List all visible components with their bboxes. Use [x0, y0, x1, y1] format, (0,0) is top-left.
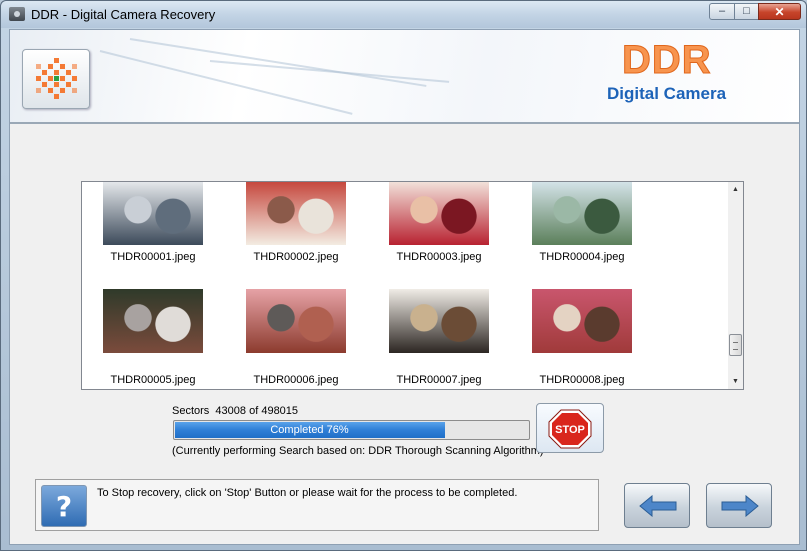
sectors-label: Sectors [172, 405, 210, 417]
scroll-up-arrow-icon[interactable]: ▲ [728, 182, 743, 197]
sectors-current: 43008 [215, 405, 247, 417]
close-button[interactable]: ✕ [758, 3, 801, 20]
progress-label: Completed 76% [270, 424, 349, 436]
photo-filename[interactable]: THDR00005.jpeg [83, 374, 223, 386]
scrollbar-thumb[interactable] [729, 334, 742, 356]
banner-streak [129, 38, 427, 87]
photo-filename[interactable]: THDR00008.jpeg [512, 374, 652, 386]
recovered-files-gallery[interactable]: THDR00001.jpeg THDR00002.jpeg THDR00003.jp… [81, 181, 744, 390]
progress-bar: Completed 76% [173, 420, 530, 440]
photo-thumbnail[interactable] [103, 182, 203, 245]
photo-filename[interactable]: THDR00001.jpeg [83, 251, 223, 263]
maximize-button[interactable]: □ [734, 3, 759, 20]
next-button[interactable] [706, 483, 772, 528]
help-panel: ? To Stop recovery, click on 'Stop' Butt… [35, 479, 599, 531]
arrow-left-icon [639, 495, 677, 517]
algorithm-status: (Currently performing Search based on: D… [172, 445, 544, 457]
app-window: DDR - Digital Camera Recovery – □ ✕ DDR … [0, 0, 807, 551]
app-logo [22, 49, 90, 109]
photo-filename[interactable]: THDR00002.jpeg [226, 251, 366, 263]
photo-thumbnail[interactable] [532, 182, 632, 245]
minimize-button[interactable]: – [709, 3, 735, 20]
photo-filename[interactable]: THDR00006.jpeg [226, 374, 366, 386]
help-button[interactable]: ? [41, 485, 87, 527]
photo-thumbnail[interactable] [389, 289, 489, 353]
vertical-scrollbar[interactable]: ▲ ▼ [728, 182, 743, 389]
photo-thumbnail[interactable] [532, 289, 632, 353]
stop-sign-icon: STOP [548, 409, 592, 449]
main-panel: DDR Digital Camera THDR00001.jpeg THDR000… [9, 29, 800, 545]
photo-filename[interactable]: THDR00004.jpeg [512, 251, 652, 263]
back-button[interactable] [624, 483, 690, 528]
header-banner: DDR Digital Camera [10, 30, 799, 124]
help-text: To Stop recovery, click on 'Stop' Button… [97, 487, 518, 499]
sectors-status: Sectors 43008 of 498015 [172, 405, 298, 417]
sectors-total: 498015 [261, 405, 299, 417]
stop-button[interactable]: STOP [536, 403, 604, 453]
title-bar[interactable]: DDR - Digital Camera Recovery – □ ✕ [1, 1, 806, 28]
sectors-of: of [249, 405, 259, 417]
photo-filename[interactable]: THDR00007.jpeg [369, 374, 509, 386]
brand-logo-text: DDR [622, 38, 712, 83]
photo-filename[interactable]: THDR00003.jpeg [369, 251, 509, 263]
banner-streak [209, 60, 450, 83]
photo-thumbnail[interactable] [103, 289, 203, 353]
checker-star-icon [36, 58, 77, 99]
photo-thumbnail[interactable] [246, 182, 346, 245]
arrow-right-icon [721, 495, 759, 517]
product-name: Digital Camera [607, 84, 727, 103]
stop-label: STOP [555, 424, 585, 436]
photo-thumbnail[interactable] [389, 182, 489, 245]
window-title: DDR - Digital Camera Recovery [31, 7, 216, 22]
camera-icon [9, 7, 25, 21]
scroll-down-arrow-icon[interactable]: ▼ [728, 374, 743, 389]
photo-thumbnail[interactable] [246, 289, 346, 353]
banner-streak [99, 50, 353, 115]
